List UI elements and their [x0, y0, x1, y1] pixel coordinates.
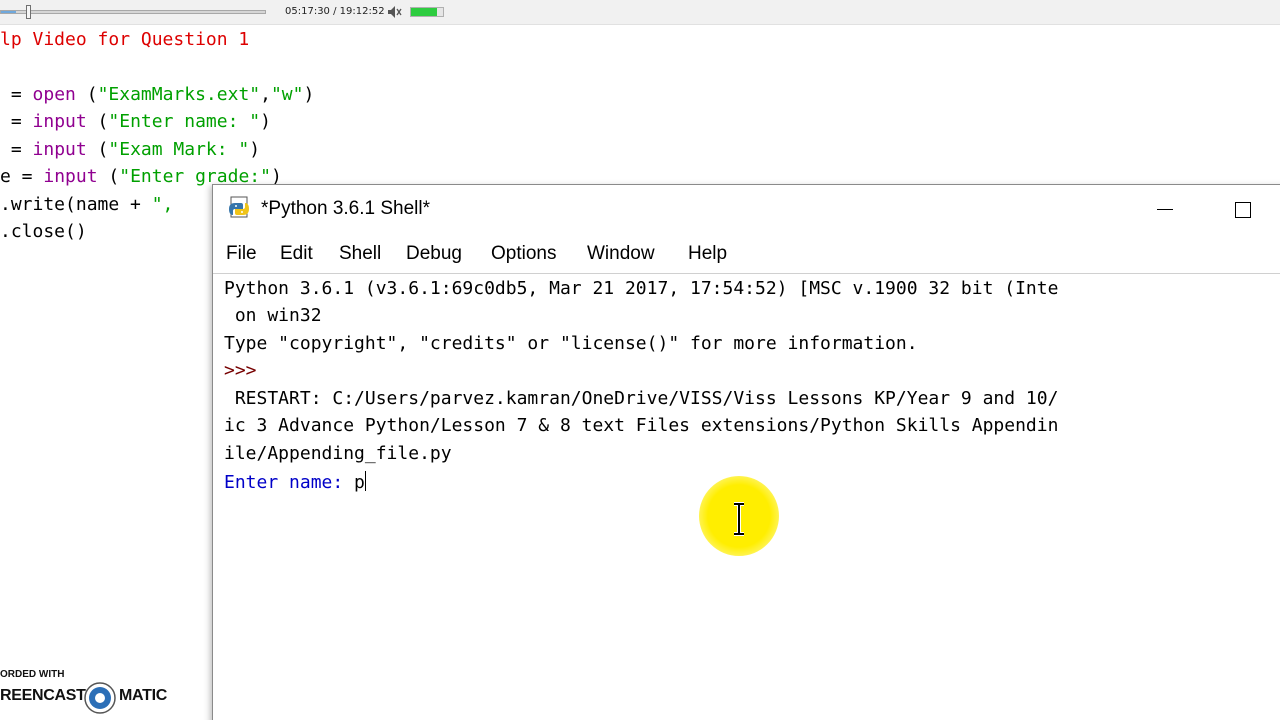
volume-level	[411, 8, 438, 16]
menu-window[interactable]: Window	[587, 243, 655, 265]
shell-line: Python 3.6.1 (v3.6.1:69c0db5, Mar 21 201…	[224, 278, 1059, 299]
menu-help[interactable]: Help	[688, 243, 727, 265]
shell-line: >>>	[224, 360, 268, 381]
maximize-icon	[1235, 202, 1251, 218]
code-token: =	[0, 84, 33, 105]
menu-edit[interactable]: Edit	[280, 243, 313, 265]
seek-bar[interactable]	[0, 10, 266, 14]
code-token: (	[97, 166, 120, 187]
shell-line: RESTART: C:/Users/parvez.kamran/OneDrive…	[224, 388, 1059, 409]
code-token: "w"	[270, 84, 304, 105]
screencast-watermark: ORDED WITH REENCAST MATIC	[0, 668, 180, 716]
input-prompt: Enter name:	[224, 472, 355, 493]
shell-line: on win32	[224, 305, 322, 326]
shell-line: ic 3 Advance Python/Lesson 7 & 8 text Fi…	[224, 415, 1059, 436]
code-token: )	[260, 111, 271, 132]
code-token: .close()	[0, 221, 87, 242]
menu-bar: File Edit Shell Debug Options Window Hel…	[213, 233, 1280, 273]
code-token: input	[32, 111, 87, 132]
watermark-top: ORDED WITH	[0, 669, 65, 680]
menu-options[interactable]: Options	[491, 243, 556, 265]
code-token: =	[0, 111, 33, 132]
text-caret	[364, 471, 366, 491]
video-player-bar: 05:17:30 / 19:12:52	[0, 0, 1280, 25]
code-token: "ExamMarks.ext"	[97, 84, 261, 105]
editor-line[interactable]: .write(name + ",	[0, 194, 173, 216]
ibeam-cursor-icon	[734, 502, 744, 536]
menu-shell[interactable]: Shell	[339, 243, 381, 265]
code-token: input	[43, 166, 98, 187]
seek-thumb[interactable]	[26, 5, 31, 19]
speaker-icon[interactable]	[386, 4, 402, 20]
minimize-icon	[1157, 209, 1173, 210]
menu-file[interactable]: File	[226, 243, 257, 265]
editor-line[interactable]: = open ("ExamMarks.ext","w")	[0, 84, 315, 106]
code-token: .write(name +	[0, 194, 152, 215]
code-token: (	[75, 84, 98, 105]
code-token: )	[249, 139, 261, 160]
editor-line[interactable]: = input ("Exam Mark: ")	[0, 139, 260, 161]
screencast-logo-icon	[84, 682, 116, 714]
code-token: (	[86, 139, 109, 160]
shell-line: ile/Appending_file.py	[224, 443, 452, 464]
maximize-button[interactable]	[1213, 193, 1273, 225]
code-token: "Enter name: "	[108, 111, 261, 132]
title-bar[interactable]: *Python 3.6.1 Shell*	[213, 185, 1280, 233]
editor-line[interactable]: .close()	[0, 221, 87, 243]
code-token: ,	[260, 84, 271, 105]
python-shell-window: *Python 3.6.1 Shell* File Edit Shell Deb…	[212, 184, 1280, 720]
code-token: open	[32, 84, 76, 105]
code-token: input	[32, 139, 87, 160]
playback-time: 05:17:30 / 19:12:52	[285, 6, 385, 17]
editor-line[interactable]: lp Video for Question 1	[0, 29, 249, 51]
shell-line: Type "copyright", "credits" or "license(…	[224, 333, 918, 354]
menu-debug[interactable]: Debug	[406, 243, 462, 265]
code-token: e =	[0, 166, 44, 187]
code-token: lp Video for Question 1	[0, 29, 250, 50]
shell-input-line[interactable]: Enter name: p	[224, 471, 366, 494]
window-title: *Python 3.6.1 Shell*	[261, 198, 431, 219]
code-token: "Exam Mark: "	[108, 139, 250, 160]
volume-slider[interactable]	[410, 7, 444, 17]
typed-input: p	[354, 472, 365, 493]
code-token: (	[86, 111, 109, 132]
code-token: )	[303, 84, 315, 105]
screen: 05:17:30 / 19:12:52 lp Video for Questio…	[0, 0, 1280, 720]
watermark-left: REENCAST	[0, 687, 86, 704]
python-icon	[229, 196, 249, 218]
code-token: =	[0, 139, 33, 160]
seek-progress	[1, 11, 16, 13]
minimize-button[interactable]	[1135, 193, 1195, 225]
watermark-right: MATIC	[119, 687, 167, 704]
code-token: ",	[151, 194, 174, 215]
editor-line[interactable]: = input ("Enter name: ")	[0, 111, 271, 133]
